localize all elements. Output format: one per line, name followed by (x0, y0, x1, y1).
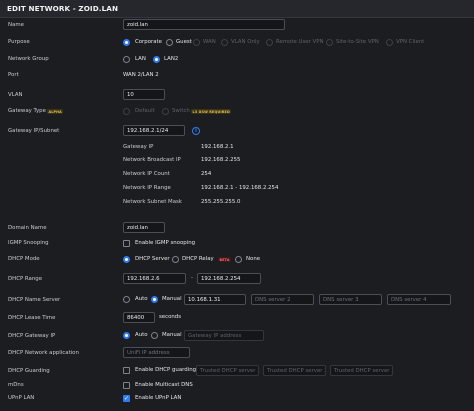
dhcp-lease-input[interactable]: 86400 (123, 312, 155, 323)
dns-manual-radio[interactable] (151, 296, 158, 303)
dhcp-relay-label: DHCP Relay (182, 256, 214, 262)
dhcp-guarding-checkbox[interactable] (123, 367, 130, 374)
group-lan2-label: LAN2 (164, 56, 179, 62)
beta-badge: BETA (218, 257, 232, 262)
igmp-label: IGMP Snooping (8, 240, 49, 246)
usw-required-badge: L3 USW REQUIRED (191, 109, 232, 114)
dns-auto-radio[interactable] (123, 296, 130, 303)
dhcp-range-label: DHCP Range (8, 276, 43, 282)
dns-server-2-input[interactable]: DNS server 2 (251, 294, 314, 305)
vlan-input[interactable]: 10 (123, 89, 165, 100)
dhcp-gateway-input[interactable]: Gateway IP address (184, 330, 264, 341)
upnp-option-label: Enable UPnP LAN (135, 395, 182, 401)
subnet-mask-label: Network Subnet Mask (123, 199, 182, 205)
port-value: WAN 2/LAN 2 (123, 72, 159, 78)
purpose-site-vpn-label: Site-to-Site VPN (336, 39, 379, 45)
purpose-label: Purpose (8, 39, 30, 45)
purpose-vlan-only-label: VLAN Only (231, 39, 260, 45)
dhcp-gateway-label: DHCP Gateway IP (8, 333, 56, 339)
purpose-wan-label: WAN (203, 39, 216, 45)
dhcp-lease-unit: seconds (159, 314, 182, 320)
gateway-type-label: Gateway Type (8, 108, 46, 114)
mdns-checkbox[interactable] (123, 382, 130, 389)
dhcp-network-app-label: DHCP Network application (8, 350, 79, 356)
purpose-corporate-label: Corporate (135, 39, 162, 45)
dialog-title: EDIT NETWORK - ZOID.LAN (0, 0, 474, 18)
gateway-ip-label: Gateway IP (123, 144, 154, 150)
ip-range-label: Network IP Range (123, 185, 171, 191)
gateway-auto-label: Auto (135, 332, 148, 338)
group-lan-radio[interactable] (123, 56, 130, 63)
dns-server-1-input[interactable]: 10.168.1.31 (184, 294, 246, 305)
group-lan-label: LAN (135, 56, 146, 62)
port-label: Port (8, 72, 19, 78)
ip-count-label: Network IP Count (123, 171, 170, 177)
dhcp-range-start-input[interactable]: 192.168.2.6 (123, 273, 186, 284)
gateway-ip-value: 192.168.2.1 (201, 144, 234, 150)
purpose-vpn-client-label: VPN Client (396, 39, 425, 45)
dhcp-relay-radio[interactable] (172, 256, 179, 263)
dns-server-4-input[interactable]: DNS server 4 (387, 294, 451, 305)
purpose-vlan-only-radio[interactable] (221, 39, 228, 46)
gateway-subnet-label: Gateway IP/Subnet (8, 128, 60, 134)
dhcp-none-radio[interactable] (235, 256, 242, 263)
network-group-label: Network Group (8, 56, 49, 62)
unifi-ip-input[interactable]: UniFi IP address (123, 347, 190, 358)
ip-range-value: 192.168.2.1 - 192.168.2.254 (201, 185, 279, 191)
gateway-default-label: Default (135, 108, 155, 114)
purpose-corporate-radio[interactable] (123, 39, 130, 46)
upnp-checkbox[interactable]: ✓ (123, 395, 130, 402)
trusted-dhcp-1-input[interactable]: Trusted DHCP server 1 (196, 365, 259, 376)
subnet-mask-value: 255.255.255.0 (201, 199, 241, 205)
dns-server-3-input[interactable]: DNS server 3 (319, 294, 382, 305)
domain-name-label: Domain Name (8, 225, 47, 231)
info-icon[interactable]: i (192, 127, 200, 135)
purpose-guest-radio[interactable] (166, 39, 173, 46)
purpose-wan-radio[interactable] (193, 39, 200, 46)
purpose-remote-vpn-label: Remote User VPN (276, 39, 324, 45)
mdns-option-label: Enable Multicast DNS (135, 382, 193, 388)
dhcp-range-end-input[interactable]: 192.168.2.254 (197, 273, 261, 284)
group-lan2-radio[interactable] (153, 56, 160, 63)
dns-auto-label: Auto (135, 296, 148, 302)
gateway-auto-radio[interactable] (123, 332, 130, 339)
trusted-dhcp-2-input[interactable]: Trusted DHCP server 2 (263, 365, 326, 376)
dhcp-server-label: DHCP Server (135, 256, 170, 262)
broadcast-ip-label: Network Broadcast IP (123, 157, 181, 163)
dns-manual-label: Manual (162, 296, 182, 302)
ip-count-value: 254 (201, 171, 212, 177)
name-label: Name (8, 22, 24, 28)
purpose-vpn-client-radio[interactable] (386, 39, 393, 46)
name-input[interactable]: zoid.lan (123, 19, 285, 30)
igmp-option-label: Enable IGMP snooping (135, 240, 196, 246)
gateway-manual-radio[interactable] (151, 332, 158, 339)
mdns-label: mDns (8, 382, 24, 388)
gateway-manual-label: Manual (162, 332, 182, 338)
dhcp-lease-label: DHCP Lease Time (8, 315, 56, 321)
dhcp-guarding-option-label: Enable DHCP guarding (135, 367, 197, 373)
gateway-switch-label: Switch (172, 108, 190, 114)
domain-name-input[interactable]: zoid.lan (123, 222, 165, 233)
dhcp-name-server-label: DHCP Name Server (8, 297, 61, 303)
dhcp-mode-label: DHCP Mode (8, 256, 40, 262)
purpose-guest-label: Guest (176, 39, 192, 45)
dhcp-guarding-label: DHCP Guarding (8, 368, 50, 374)
upnp-label: UPnP LAN (8, 395, 35, 401)
trusted-dhcp-3-input[interactable]: Trusted DHCP server 3 (330, 365, 393, 376)
gateway-subnet-input[interactable]: 192.168.2.1/24 (123, 125, 185, 136)
gateway-default-radio[interactable] (123, 108, 130, 115)
alpha-badge: ALPHA (47, 109, 64, 114)
dhcp-none-label: None (246, 256, 261, 262)
vlan-label: VLAN (8, 92, 23, 98)
broadcast-ip-value: 192.168.2.255 (201, 157, 241, 163)
igmp-checkbox[interactable] (123, 240, 130, 247)
gateway-switch-radio[interactable] (162, 108, 169, 115)
purpose-site-vpn-radio[interactable] (326, 39, 333, 46)
range-separator: - (191, 275, 193, 281)
purpose-remote-vpn-radio[interactable] (266, 39, 273, 46)
dhcp-server-radio[interactable] (123, 256, 130, 263)
